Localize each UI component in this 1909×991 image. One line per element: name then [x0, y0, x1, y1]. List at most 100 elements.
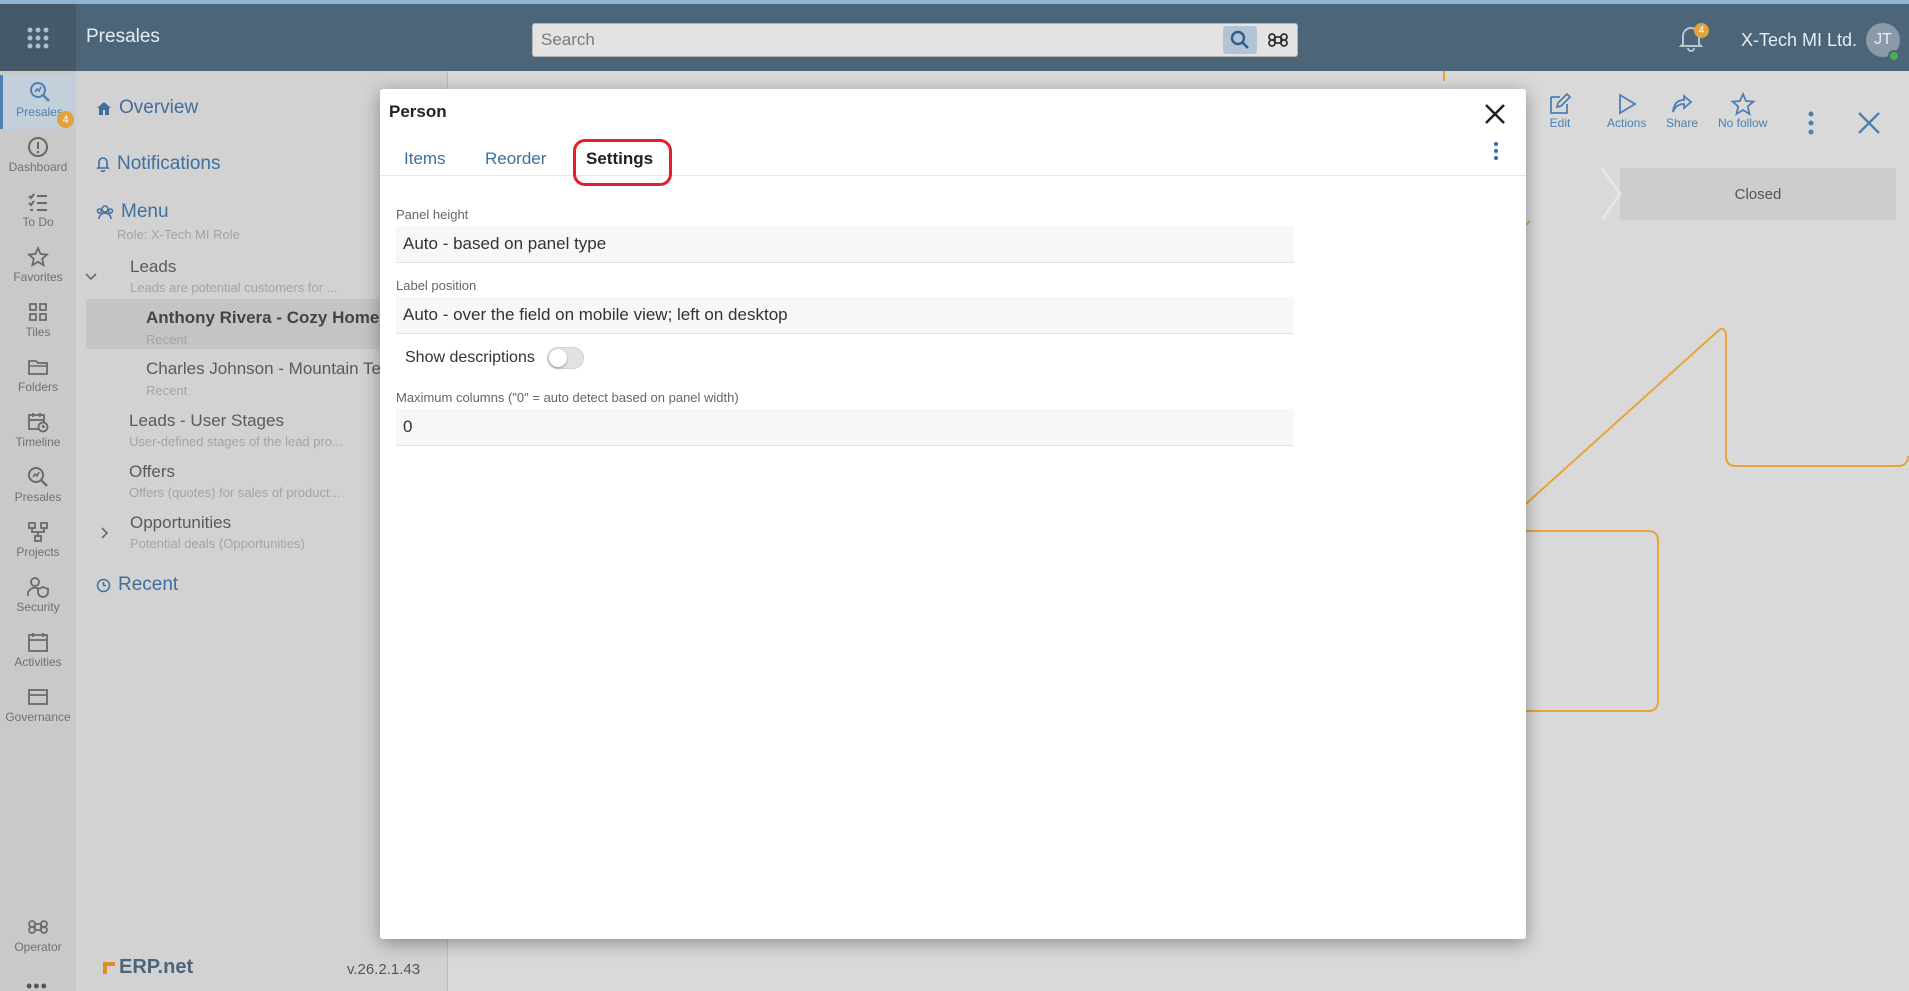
search-input[interactable]: [533, 24, 1223, 56]
menu-recent-item-1-sub: Recent: [146, 332, 188, 347]
menu-notifications[interactable]: Notifications: [96, 153, 221, 175]
menu-opportunities[interactable]: Opportunities: [130, 513, 231, 533]
menu-user-stages[interactable]: Leads - User Stages: [129, 411, 284, 431]
rail-label: Folders: [17, 380, 58, 394]
tab-reorder[interactable]: Reorder: [485, 149, 546, 169]
rail-item-operator[interactable]: Operator: [0, 910, 76, 964]
rail-label: Presales: [16, 105, 63, 119]
version-label: v.26.2.1.43: [347, 961, 421, 978]
command-button[interactable]: [1261, 26, 1295, 54]
play-icon: [1618, 93, 1637, 115]
rail-item-tiles[interactable]: Tiles: [0, 295, 76, 349]
label-position-select[interactable]: Auto - over the field on mobile view; le…: [396, 297, 1294, 334]
menu-notifications-label: Notifications: [117, 153, 221, 174]
grid-icon: [29, 303, 47, 321]
rail-label: Presales: [14, 490, 62, 504]
share-icon: [1672, 94, 1693, 113]
apps-menu-button[interactable]: [0, 4, 76, 71]
rail-label: Activities: [14, 655, 62, 669]
erp-logo: ERP.net: [101, 956, 193, 979]
menu-recent-item-2[interactable]: Charles Johnson - Mountain Tec: [146, 359, 390, 379]
settings-tab-highlight: [573, 139, 672, 186]
search-icon: [1230, 30, 1249, 49]
rail-label: Timeline: [15, 435, 61, 449]
menu-offers[interactable]: Offers: [129, 462, 175, 482]
menu-opportunities-desc: Potential deals (Opportunities): [130, 536, 305, 551]
menu-overview-label: Overview: [119, 97, 199, 118]
dialog-close-button[interactable]: [1480, 99, 1510, 129]
rail-item-todo[interactable]: To Do: [0, 185, 76, 239]
close-icon[interactable]: [1856, 110, 1882, 136]
stage-arrow: [1600, 168, 1622, 220]
home-icon: [97, 102, 111, 115]
max-columns-input[interactable]: 0: [396, 409, 1294, 446]
search-bar: [532, 23, 1298, 57]
panel-height-label: Panel height: [396, 207, 469, 222]
menu-leads-desc: Leads are potential customers for ...: [130, 280, 338, 295]
hierarchy-icon: [28, 522, 48, 542]
menu-menu-label: Menu: [121, 201, 169, 222]
menu-recent[interactable]: Recent: [96, 574, 178, 596]
company-name[interactable]: X-Tech MI Ltd.: [1741, 30, 1857, 51]
panel-height-select[interactable]: Auto - based on panel type: [396, 226, 1294, 263]
info-icon: [28, 137, 48, 157]
more-button[interactable]: •••: [26, 976, 48, 991]
follow-button[interactable]: No follow: [1718, 92, 1767, 130]
menu-menu[interactable]: Menu: [96, 201, 169, 223]
menu-user-stages-desc: User-defined stages of the lead pro...: [129, 434, 343, 449]
max-columns-label: Maximum columns ("0" = auto detect based…: [396, 390, 739, 405]
erp-logo-icon: [103, 961, 115, 974]
users-icon: [96, 205, 114, 220]
edit-icon: [1550, 92, 1572, 114]
apps-grid-icon: [27, 27, 49, 48]
close-icon: [1485, 104, 1505, 124]
menu-leads[interactable]: Leads: [130, 257, 176, 277]
chevron-right-icon[interactable]: [100, 526, 110, 540]
rail-label: Tiles: [25, 325, 51, 339]
stage-closed[interactable]: Closed: [1620, 168, 1896, 220]
clock-icon: [96, 578, 111, 592]
rail-item-folders[interactable]: Folders: [0, 350, 76, 404]
more-vertical-icon[interactable]: [1806, 110, 1816, 136]
notifications-badge: 4: [1694, 23, 1709, 38]
rail-item-dashboard[interactable]: Dashboard: [0, 130, 76, 184]
user-shield-icon: [27, 577, 49, 598]
search-button[interactable]: [1223, 26, 1257, 54]
top-bar: Presales 4 X-Tech MI Ltd. JT: [0, 0, 1909, 71]
calendar-icon: [28, 633, 48, 652]
todo-badge: 4: [57, 111, 74, 128]
rail-item-favorites[interactable]: Favorites: [0, 240, 76, 294]
rail-item-governance[interactable]: Governance: [0, 680, 76, 734]
person-dialog: Person Items Reorder Settings Panel heig…: [380, 89, 1526, 939]
menu-recent-label: Recent: [118, 574, 179, 595]
rail-item-projects[interactable]: Projects: [0, 515, 76, 569]
rail-item-security[interactable]: Security: [0, 570, 76, 624]
dialog-tabs: Items Reorder Settings: [380, 143, 1526, 176]
toggle-knob: [548, 349, 567, 367]
share-button[interactable]: Share: [1666, 92, 1698, 130]
menu-recent-item-1[interactable]: Anthony Rivera - Cozy Homes: [146, 308, 389, 328]
command-icon: [1268, 33, 1288, 47]
show-descriptions-toggle[interactable]: [546, 347, 584, 369]
tab-items[interactable]: Items: [404, 149, 446, 169]
dialog-title: Person: [389, 102, 447, 121]
rail-label: Projects: [16, 545, 60, 559]
rail-label: Favorites: [13, 270, 63, 284]
rail-item-presales-2[interactable]: Presales: [0, 460, 76, 514]
app-title: Presales: [86, 26, 160, 47]
label-position-label: Label position: [396, 278, 477, 293]
chevron-down-icon[interactable]: [84, 272, 98, 282]
menu-offers-desc: Offers (quotes) for sales of product...: [129, 485, 341, 500]
folder-icon: [28, 360, 48, 375]
rail-item-timeline[interactable]: Timeline: [0, 405, 76, 459]
command-icon: [28, 920, 48, 934]
rail-item-activities[interactable]: Activities: [0, 625, 76, 679]
search-chart-icon: [29, 82, 50, 102]
rail-label: To Do: [22, 215, 54, 229]
rail-label: Governance: [5, 710, 71, 724]
menu-overview[interactable]: Overview: [96, 97, 198, 119]
bell-icon: [96, 157, 110, 172]
star-icon: [1729, 92, 1756, 116]
actions-button[interactable]: Actions: [1607, 92, 1646, 130]
edit-button[interactable]: Edit: [1548, 92, 1572, 130]
